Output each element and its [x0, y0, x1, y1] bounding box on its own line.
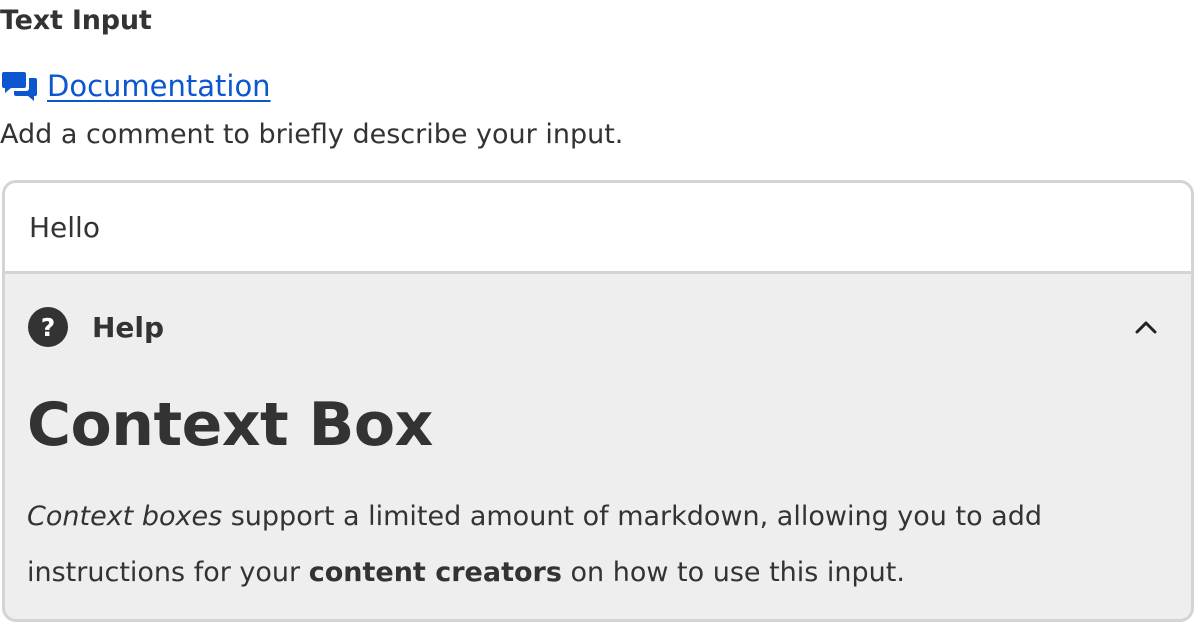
chat-bubbles-icon [2, 69, 38, 103]
help-label: Help [92, 310, 165, 344]
text-input[interactable] [5, 183, 1191, 274]
documentation-link[interactable]: Documentation [47, 69, 271, 103]
chevron-up-icon[interactable] [1135, 319, 1157, 334]
context-box-title: Context Box [27, 390, 433, 460]
field-label: Text Input [0, 5, 152, 36]
context-body-emphasis: Context boxes [27, 501, 223, 532]
help-toggle[interactable]: ? Help [5, 277, 1191, 377]
context-box-body: Context boxes support a limited amount o… [27, 489, 1157, 601]
context-body-text-2: on how to use this input. [561, 557, 905, 588]
question-circle-icon: ? [28, 307, 68, 347]
field-description: Add a comment to briefly describe your i… [0, 119, 624, 150]
context-body-strong: content creators [308, 557, 562, 588]
documentation-row: Documentation [2, 66, 271, 106]
text-input-card: ? Help Context Box Context boxes support… [2, 180, 1194, 622]
